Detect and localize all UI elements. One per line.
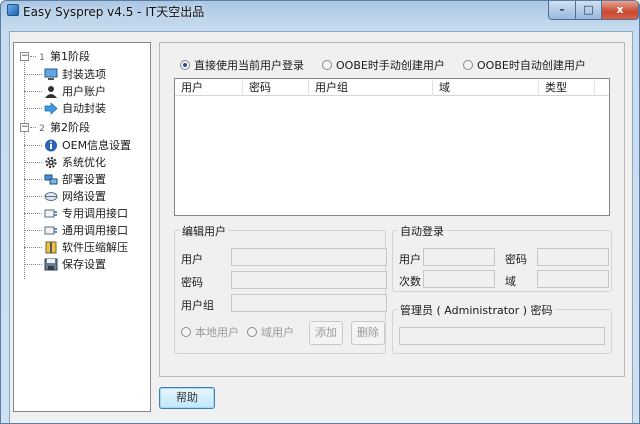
collapse-icon[interactable]: − xyxy=(20,52,29,61)
auto-login-count-field[interactable] xyxy=(423,270,495,288)
minimize-button[interactable]: – xyxy=(548,1,576,20)
radio-label: 本地用户 xyxy=(195,326,239,339)
user-list[interactable]: 用户 密码 用户组 域 类型 xyxy=(174,78,610,216)
column-header-user[interactable]: 用户 xyxy=(175,79,243,96)
arrow-right-icon xyxy=(44,102,58,115)
group-label: 用户组 xyxy=(181,299,214,312)
collapse-icon[interactable]: − xyxy=(20,123,29,132)
group-title: 编辑用户 xyxy=(180,223,228,239)
admin-password-field[interactable] xyxy=(399,327,605,345)
auto-login-password-field[interactable] xyxy=(537,248,609,266)
password-label: 密码 xyxy=(181,276,203,289)
tree-item-oem-info[interactable]: OEM信息设置 xyxy=(44,137,131,154)
column-header-domain[interactable]: 域 xyxy=(433,79,539,96)
radio-dot xyxy=(181,327,191,337)
radio-dot xyxy=(247,327,257,337)
tree-item-dedicated-interface[interactable]: 专用调用接口 xyxy=(44,205,128,222)
deploy-icon xyxy=(44,174,58,185)
stage-number: 1 xyxy=(39,53,45,63)
radio-label: 域用户 xyxy=(261,326,294,339)
edit-user-group: 编辑用户 用户 密码 用户组 本地用户 域用户 添加 删除 xyxy=(174,223,387,354)
auto-login-domain-label: 域 xyxy=(505,275,516,288)
radio-oobe-auto[interactable]: OOBE时自动创建用户 xyxy=(463,59,586,73)
auto-login-count-label: 次数 xyxy=(399,275,421,288)
radio-dot xyxy=(322,60,332,70)
radio-local-user[interactable]: 本地用户 xyxy=(181,326,239,340)
tree-item-compress-extract[interactable]: 软件压缩解压 xyxy=(44,239,128,256)
title-bar[interactable]: Easy Sysprep v4.5 - IT天空出品 – □ x xyxy=(1,1,639,29)
close-button[interactable]: x xyxy=(601,1,639,20)
radio-oobe-manual[interactable]: OOBE时手动创建用户 xyxy=(322,59,445,73)
add-user-button[interactable]: 添加 xyxy=(309,321,343,345)
stage-number: 2 xyxy=(39,124,45,134)
client-area: − 1 第1阶段 封装选项 用户账户 自动封装 − 2 第2阶段 OEM信息设置… xyxy=(9,31,633,423)
archive-icon xyxy=(45,241,57,254)
gear-icon xyxy=(45,156,57,169)
plug-icon xyxy=(44,226,57,235)
tree-item-network-settings[interactable]: 网络设置 xyxy=(44,188,106,205)
tree-node-label: 第1阶段 xyxy=(50,50,90,63)
network-icon xyxy=(44,192,58,201)
user-account-panel: 直接使用当前用户登录 OOBE时手动创建用户 OOBE时自动创建用户 用户 密码… xyxy=(159,42,625,377)
edit-user-name-field[interactable] xyxy=(231,248,387,266)
window-title: Easy Sysprep v4.5 - IT天空出品 xyxy=(23,5,205,19)
edit-user-group-field[interactable] xyxy=(231,294,387,312)
tree-item-general-interface[interactable]: 通用调用接口 xyxy=(44,222,128,239)
tree-item-auto-package[interactable]: 自动封装 xyxy=(44,100,106,117)
tree-node-label: 第2阶段 xyxy=(50,121,90,134)
tree-item-deploy-settings[interactable]: 部署设置 xyxy=(44,171,106,188)
user-list-header: 用户 密码 用户组 域 类型 xyxy=(175,79,609,96)
auto-login-group: 自动登录 用户 密码 次数 域 xyxy=(392,223,612,292)
radio-dot xyxy=(463,60,473,70)
column-header-type[interactable]: 类型 xyxy=(539,79,595,96)
auto-login-user-label: 用户 xyxy=(399,253,421,266)
column-header-password[interactable]: 密码 xyxy=(243,79,309,96)
tree-node-stage2[interactable]: 2 第2阶段 xyxy=(36,119,90,136)
tree-item-package-options[interactable]: 封装选项 xyxy=(44,66,106,83)
save-disk-icon xyxy=(44,258,58,271)
monitor-icon xyxy=(44,68,58,80)
group-title: 管理员 ( Administrator ) 密码 xyxy=(398,302,555,318)
app-window: Easy Sysprep v4.5 - IT天空出品 – □ x − 1 第1阶段… xyxy=(0,0,640,424)
column-header-group[interactable]: 用户组 xyxy=(309,79,433,96)
radio-label: OOBE时自动创建用户 xyxy=(477,59,586,72)
tree-connector xyxy=(24,127,25,279)
tree-item-user-accounts[interactable]: 用户账户 xyxy=(44,83,106,100)
radio-domain-user[interactable]: 域用户 xyxy=(247,326,294,340)
radio-use-current-user[interactable]: 直接使用当前用户登录 xyxy=(180,59,304,73)
navigation-tree[interactable]: − 1 第1阶段 封装选项 用户账户 自动封装 − 2 第2阶段 OEM信息设置… xyxy=(13,42,151,412)
group-title: 自动登录 xyxy=(398,223,446,239)
auto-login-domain-field[interactable] xyxy=(537,270,609,288)
info-icon xyxy=(45,139,57,152)
tree-item-save-settings[interactable]: 保存设置 xyxy=(44,256,106,273)
user-icon xyxy=(45,86,57,98)
delete-user-button[interactable]: 删除 xyxy=(351,321,385,345)
tree-node-stage1[interactable]: 1 第1阶段 xyxy=(36,48,90,65)
help-button[interactable]: 帮助 xyxy=(159,387,215,409)
radio-label: OOBE时手动创建用户 xyxy=(336,59,445,72)
edit-user-password-field[interactable] xyxy=(231,271,387,289)
maximize-button[interactable]: □ xyxy=(575,1,602,20)
admin-password-group: 管理员 ( Administrator ) 密码 xyxy=(392,302,612,354)
tree-item-system-optimize[interactable]: 系统优化 xyxy=(44,154,106,171)
radio-dot xyxy=(180,60,190,70)
radio-label: 直接使用当前用户登录 xyxy=(194,59,304,72)
auto-login-user-field[interactable] xyxy=(423,248,495,266)
app-icon xyxy=(7,4,19,16)
plug-icon xyxy=(44,209,57,218)
auto-login-password-label: 密码 xyxy=(505,253,527,266)
user-label: 用户 xyxy=(181,253,203,266)
